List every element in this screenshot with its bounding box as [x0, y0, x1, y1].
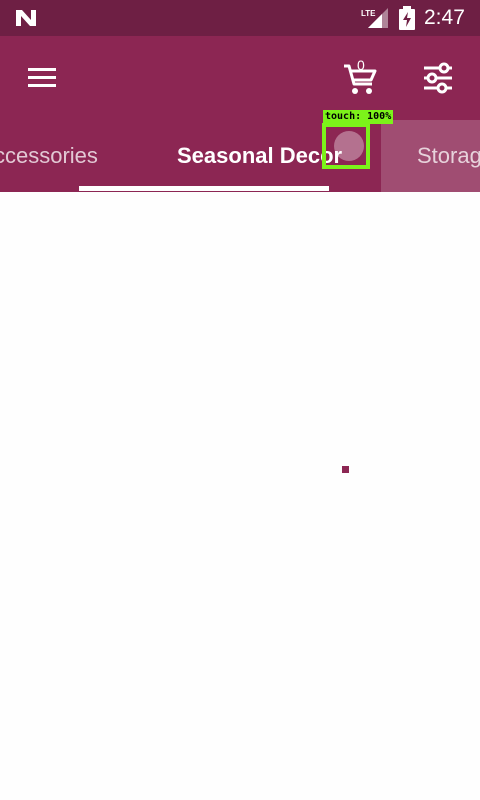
svg-text:LTE: LTE: [361, 9, 376, 18]
menu-button[interactable]: [22, 58, 62, 98]
status-clock: 2:47: [424, 6, 465, 29]
tab-storage[interactable]: Storag: [381, 120, 480, 192]
sliders-filter-icon: [424, 62, 452, 94]
tab-seasonal-decor[interactable]: Seasonal Decor: [177, 120, 342, 192]
filter-button[interactable]: [418, 58, 458, 98]
category-tabs: ccessories Seasonal Decor Storag: [0, 120, 480, 192]
loading-indicator: [342, 466, 349, 473]
touch-highlight-box: [322, 123, 370, 169]
tab-accessories[interactable]: ccessories: [0, 120, 98, 192]
tab-selected-indicator: [79, 186, 329, 191]
cart-count-badge: 0: [357, 57, 365, 73]
status-bar: LTE 2:47: [0, 0, 480, 36]
battery-charging-icon: [399, 6, 415, 30]
app-bar: 0 ccessories Seasonal Decor Storag: [0, 36, 480, 192]
lte-signal-icon: LTE: [361, 8, 388, 28]
content-area: [0, 192, 480, 800]
hamburger-menu-icon: [28, 68, 56, 87]
touch-label: touch: 100%: [323, 110, 394, 124]
n-logo-icon: [16, 10, 36, 26]
